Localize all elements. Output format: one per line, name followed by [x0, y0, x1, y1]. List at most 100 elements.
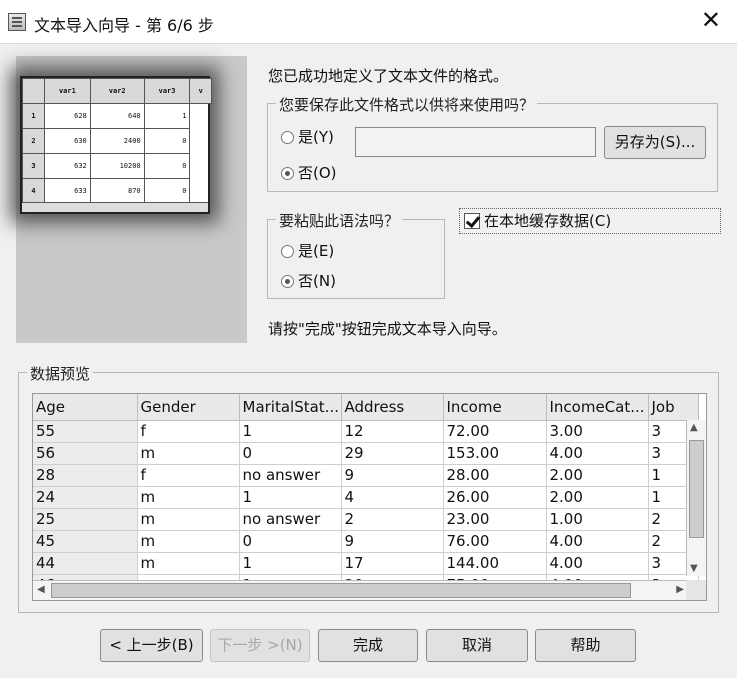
save-format-no-radio[interactable]: 否(O)	[281, 163, 337, 185]
table-cell: f	[137, 420, 240, 443]
table-cell: 2	[341, 508, 444, 531]
radio-circle	[281, 275, 294, 288]
table-row: 24 m 1 4 26.00 2.00 1	[33, 486, 699, 509]
save-format-file-input[interactable]	[355, 127, 596, 157]
mini-cell: 0	[143, 178, 191, 204]
back-button[interactable]: < 上一步(B)	[100, 629, 203, 662]
column-header[interactable]: Job	[648, 394, 699, 421]
table-cell: 0	[239, 442, 342, 465]
table-cell: 9	[341, 464, 444, 487]
table-cell: 25	[33, 508, 138, 531]
mini-cell: 640	[89, 103, 145, 129]
table-cell: 23.00	[443, 508, 547, 531]
scroll-right-icon[interactable]: ▶	[676, 584, 684, 595]
column-header[interactable]: Gender	[137, 394, 240, 421]
mini-cell: 628	[44, 103, 91, 129]
table-cell: 17	[341, 552, 444, 575]
window-title: 文本导入向导 - 第 6/6 步	[34, 16, 214, 35]
table-cell: 4.00	[546, 552, 649, 575]
table-cell: 28	[33, 464, 138, 487]
table-cell: 4.00	[546, 442, 649, 465]
paste-syntax-no-radio[interactable]: 否(N)	[281, 271, 336, 293]
table-row: 44 m 1 17 144.00 4.00 3	[33, 552, 699, 575]
table-cell: 1	[239, 420, 342, 443]
mini-cell: 0	[143, 153, 191, 179]
scroll-down-icon[interactable]: ▼	[690, 563, 698, 574]
scroll-left-icon[interactable]: ◀	[37, 584, 45, 595]
column-header[interactable]: Age	[33, 394, 138, 421]
table-cell: 1	[239, 486, 342, 509]
table-cell: 45	[33, 530, 138, 553]
mini-cell: 10200	[89, 153, 145, 179]
save-format-legend: 您要保存此文件格式以供将来使用吗？	[276, 94, 538, 115]
table-row: 45 m 0 9 76.00 4.00 2	[33, 530, 699, 553]
mini-cell: 2400	[89, 128, 145, 154]
table-cell: 3.00	[546, 420, 649, 443]
scroll-corner	[686, 580, 706, 600]
mini-row: 3 632 10200 0	[22, 153, 212, 179]
mini-cell: 1	[143, 103, 191, 129]
table-row: 28 f no answer 9 28.00 2.00 1	[33, 464, 699, 487]
mini-cell: 0	[143, 128, 191, 154]
mini-cell: 632	[44, 153, 91, 179]
mini-row: 2 630 2400 0	[22, 128, 212, 154]
table-cell: 0	[239, 530, 342, 553]
scrollbar-thumb[interactable]	[689, 440, 704, 538]
close-icon[interactable]: ✕	[701, 8, 721, 32]
table-row: 56 m 0 29 153.00 4.00 3	[33, 442, 699, 465]
table-cell: 1	[239, 552, 342, 575]
table-row: 25 m no answer 2 23.00 1.00 2	[33, 508, 699, 531]
mini-row: 1 628 640 1	[22, 103, 212, 129]
instruction-text: 请按"完成"按钮完成文本导入向导。	[268, 320, 507, 338]
scroll-up-icon[interactable]: ▲	[690, 422, 698, 433]
mini-scrollbar	[22, 202, 208, 212]
mini-column-header: var1	[44, 78, 91, 104]
table-cell: m	[137, 552, 240, 575]
radio-circle	[281, 131, 294, 144]
column-header[interactable]: IncomeCat...	[546, 394, 649, 421]
horizontal-scrollbar[interactable]: ◀ ▶	[33, 580, 688, 600]
cancel-button[interactable]: 取消	[426, 629, 528, 662]
mini-column-header: var2	[89, 78, 145, 104]
mini-cell: 2	[22, 128, 45, 154]
radio-circle	[281, 245, 294, 258]
table-cell: 29	[341, 442, 444, 465]
mini-cell: 870	[89, 178, 145, 204]
data-preview-legend: 数据预览	[27, 363, 94, 384]
save-format-yes-radio[interactable]: 是(Y)	[281, 127, 334, 149]
paste-syntax-legend: 要粘贴此语法吗？	[276, 210, 403, 231]
next-button[interactable]: 下一步 >(N)	[210, 629, 310, 662]
table-cell: 2.00	[546, 486, 649, 509]
table-cell: 153.00	[443, 442, 547, 465]
mini-row: 4 633 870 0	[22, 178, 212, 204]
table-cell: 56	[33, 442, 138, 465]
mini-cell: 1	[22, 103, 45, 129]
preview-mini-table: var1 var2 var3 v 1 628 640 1 2 630 2400 0 3 632 10200 0…	[20, 76, 212, 214]
table-cell: 55	[33, 420, 138, 443]
column-header[interactable]: Income	[443, 394, 547, 421]
finish-button[interactable]: 完成	[318, 629, 418, 662]
radio-circle	[281, 167, 294, 180]
app-icon	[8, 13, 26, 31]
help-button[interactable]: 帮助	[535, 629, 636, 662]
paste-syntax-yes-radio[interactable]: 是(E)	[281, 241, 334, 263]
table-cell: 144.00	[443, 552, 547, 575]
data-preview-table[interactable]: Age Gender MaritalStat... Address Income Inco…	[32, 393, 707, 601]
table-cell: 1.00	[546, 508, 649, 531]
mini-cell: 4	[22, 178, 45, 204]
vertical-scrollbar[interactable]: ▲ ▼	[686, 420, 706, 576]
save-as-button[interactable]: 另存为(S)...	[604, 126, 706, 159]
mini-column-header: var3	[143, 78, 191, 104]
table-cell: m	[137, 486, 240, 509]
table-cell: 24	[33, 486, 138, 509]
table-cell: no answer	[239, 464, 342, 487]
scrollbar-thumb[interactable]	[51, 583, 631, 598]
table-cell: m	[137, 530, 240, 553]
table-cell: 12	[341, 420, 444, 443]
table-cell: 2.00	[546, 464, 649, 487]
title-bar: 文本导入向导 - 第 6/6 步 ✕	[0, 0, 737, 44]
column-header[interactable]: Address	[341, 394, 444, 421]
mini-corner	[22, 78, 45, 104]
cache-data-checkbox[interactable]: 在本地缓存数据(C)	[459, 208, 721, 234]
column-header[interactable]: MaritalStat...	[239, 394, 342, 421]
